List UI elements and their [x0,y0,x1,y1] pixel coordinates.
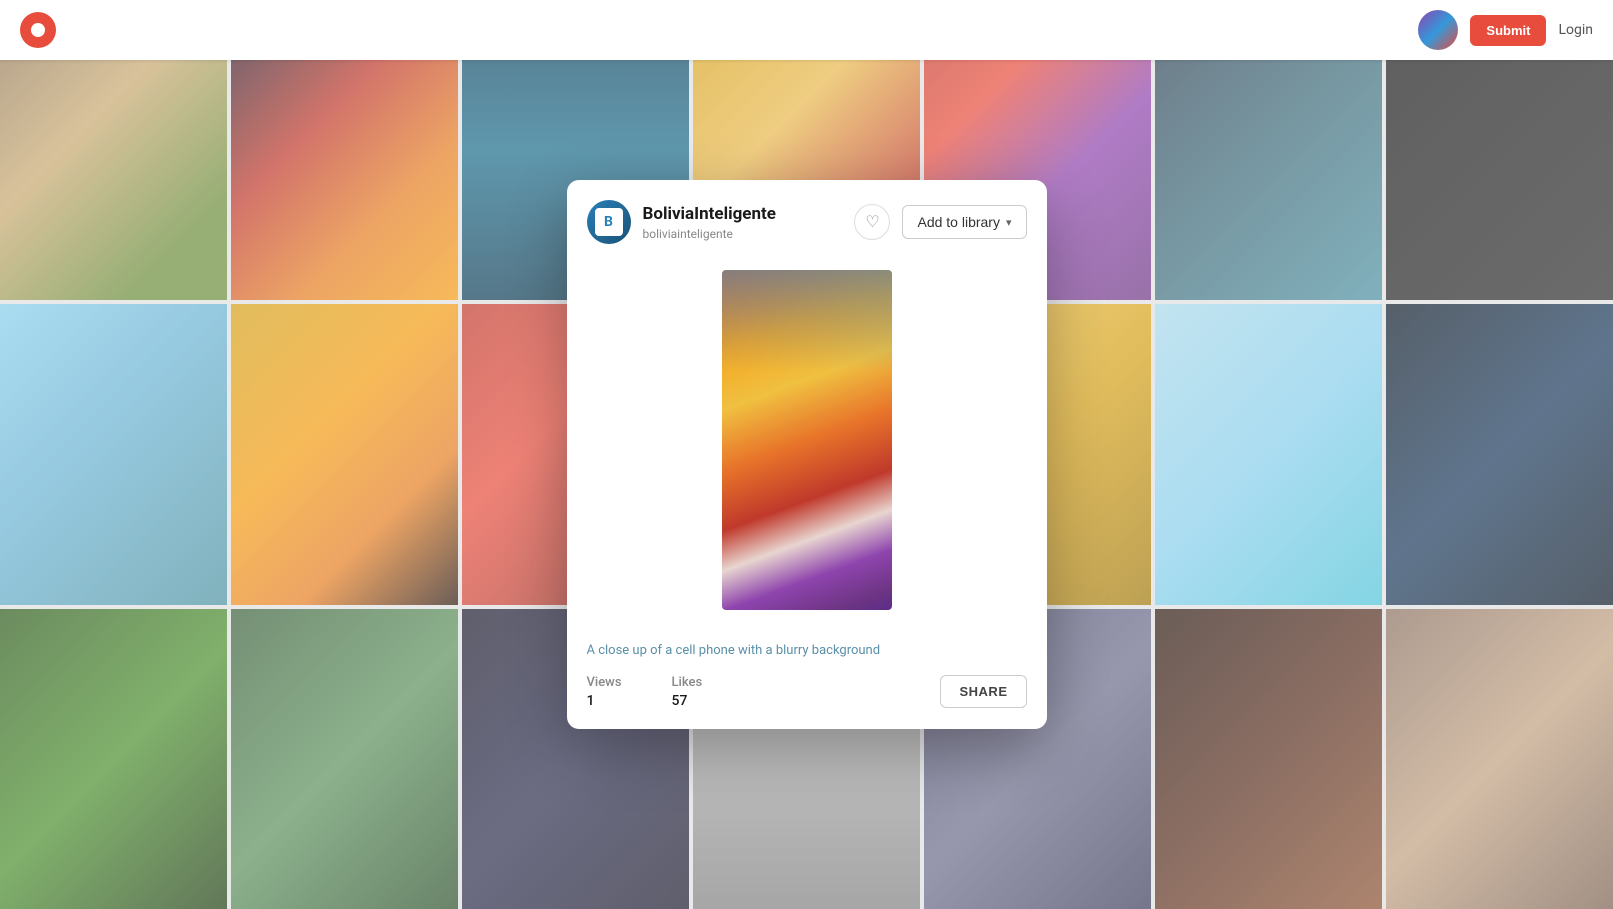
modal-overlay: B BoliviaInteligente boliviainteligente … [0,0,1613,909]
heart-button[interactable]: ♡ [854,204,890,240]
stats-group: Views 1 Likes 57 [587,675,703,709]
stats-row: Views 1 Likes 57 SHARE [587,675,1027,709]
views-value: 1 [587,693,622,709]
add-to-library-button[interactable]: Add to library ▾ [902,205,1026,239]
image-caption: A close up of a cell phone with a blurry… [587,642,1027,660]
heart-icon: ♡ [865,212,879,232]
likes-label: Likes [672,675,703,690]
channel-info: BoliviaInteligente boliviainteligente [643,204,843,240]
modal-footer: A close up of a cell phone with a blurry… [567,630,1047,728]
modal-card: B BoliviaInteligente boliviainteligente … [567,180,1047,728]
channel-avatar-inner: B [595,208,623,236]
likes-stat: Likes 57 [672,675,703,709]
wallpaper-gradient [722,270,892,610]
share-button[interactable]: SHARE [940,675,1026,708]
modal-image-area [567,260,1047,630]
likes-value: 57 [672,693,703,709]
channel-avatar[interactable]: B [587,200,631,244]
add-library-label: Add to library [917,214,999,230]
views-label: Views [587,675,622,690]
modal-header: B BoliviaInteligente boliviainteligente … [567,180,1047,260]
channel-avatar-letter: B [604,214,613,230]
channel-handle: boliviainteligente [643,227,843,241]
channel-name: BoliviaInteligente [643,204,843,224]
wallpaper-preview [722,270,892,610]
views-stat: Views 1 [587,675,622,709]
chevron-down-icon: ▾ [1006,216,1012,229]
